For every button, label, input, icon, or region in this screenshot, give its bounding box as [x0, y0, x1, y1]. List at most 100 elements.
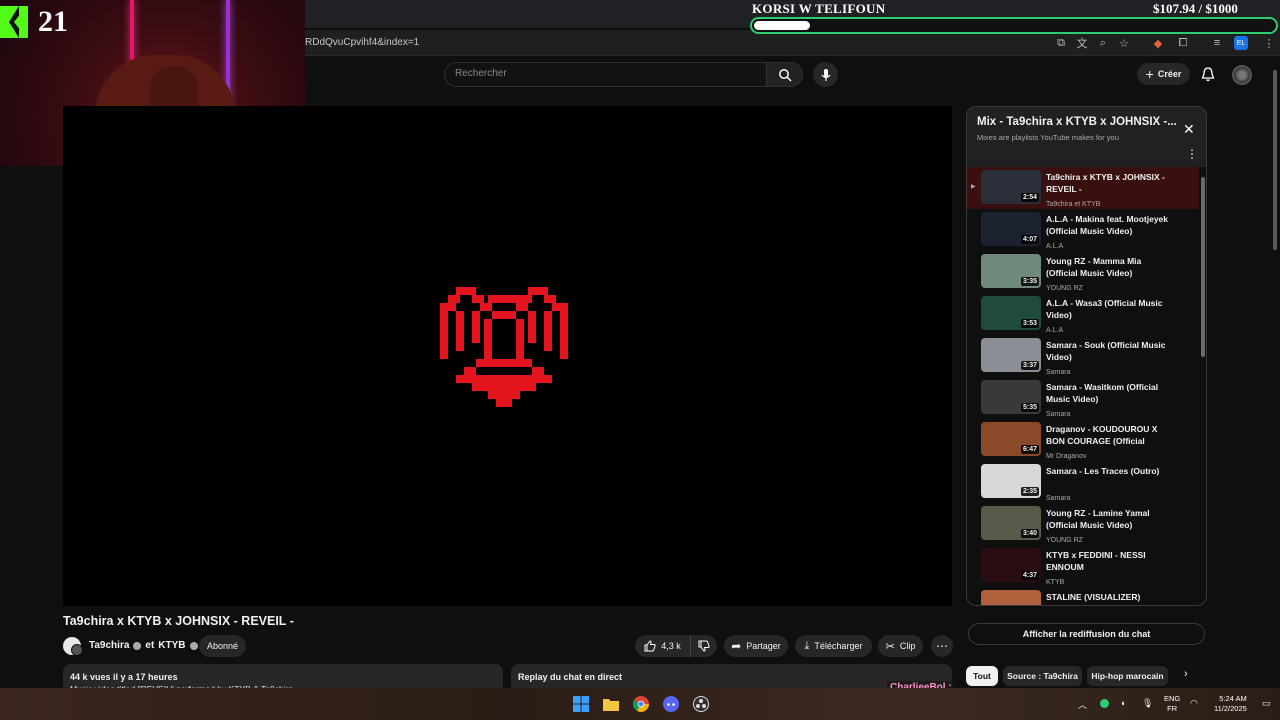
tray-notification-icon[interactable]: ▭ — [1262, 698, 1271, 709]
search-button[interactable] — [766, 62, 803, 87]
obs-icon[interactable] — [692, 695, 710, 713]
browser-menu-icon[interactable]: ⋮ — [1262, 36, 1276, 50]
playlist-item[interactable]: 5:35 Samara - Wasitkom (Official Music Vi… — [967, 377, 1199, 419]
channel-avatar-secondary[interactable] — [71, 644, 83, 656]
playlist-item[interactable]: 4:07 A.L.A - Makina feat. Mootjeyek (Offi… — [967, 209, 1199, 251]
playlist-item-channel: YOUNG RZ — [1046, 285, 1083, 292]
playlist-item-title[interactable]: Young RZ - Mamma Mia (Official Music Vid… — [1046, 255, 1170, 279]
reading-list-icon[interactable]: ≡ — [1210, 36, 1224, 50]
account-avatar[interactable] — [1232, 65, 1252, 85]
tray-network-icon[interactable]: ◖ — [1120, 698, 1125, 708]
tray-microphone-icon[interactable]: 🎙 — [1142, 698, 1153, 709]
video-thumbnail[interactable]: 3:53 — [981, 296, 1041, 330]
file-explorer-icon[interactable] — [602, 695, 620, 713]
tray-status-icon[interactable] — [1100, 699, 1109, 708]
subscribed-button[interactable]: Abonné — [199, 635, 246, 657]
chip-hiphop[interactable]: Hip-hop marocain — [1087, 666, 1168, 686]
tray-language[interactable]: ENG FR — [1164, 694, 1180, 714]
extensions-puzzle-icon[interactable]: ⧠ — [1176, 36, 1190, 50]
playlist-item-title[interactable]: Ta9chira x KTYB x JOHNSIX - REVEIL - — [1046, 171, 1170, 195]
playlist-item-title[interactable]: A.L.A - Wasa3 (Official Music Video) — [1046, 297, 1170, 321]
like-button[interactable]: 4,3 k — [635, 635, 690, 657]
playlist-item-title[interactable]: Samara - Wasitkom (Official Music Video) — [1046, 381, 1170, 405]
bookmark-star-icon[interactable]: ☆ — [1117, 36, 1131, 50]
show-chat-replay-button[interactable]: Afficher la rediffusion du chat — [968, 623, 1205, 645]
donation-goal-amount: $107.94 / $1000 — [1153, 1, 1238, 16]
playlist-item-title[interactable]: Samara - Souk (Official Music Video) — [1046, 339, 1170, 363]
profile-badge[interactable]: EL — [1234, 36, 1248, 50]
now-playing-icon: ▶ — [971, 184, 976, 190]
playlist-item-title[interactable]: KTYB x FEDDINI - NESSI ENNOUM — [1046, 549, 1170, 573]
video-thumbnail[interactable]: 4:37 — [981, 548, 1041, 582]
playlist-item-title[interactable]: Draganov - KOUDOUROU X BON COURAGE (Offi… — [1046, 423, 1170, 447]
chrome-icon[interactable] — [632, 695, 650, 713]
channel-name-2[interactable]: KTYB — [158, 640, 185, 651]
chevron-right-icon[interactable]: › — [1184, 668, 1188, 680]
donation-goal-title: KORSI W TELIFOUN — [752, 1, 886, 16]
create-button[interactable]: + Créer — [1137, 63, 1190, 85]
playlist-title[interactable]: Mix - Ta9chira x KTYB x JOHNSIX -... — [977, 116, 1177, 128]
playlist-item[interactable]: 6:47 Draganov - KOUDOUROU X BON COURAGE (… — [967, 419, 1199, 461]
duration-badge: 3:37 — [1020, 361, 1039, 370]
chip-source[interactable]: Source : Ta9chira — [1003, 666, 1082, 686]
duration-badge: 2:54 — [1020, 193, 1039, 202]
tray-wifi-icon[interactable]: ◠ — [1190, 698, 1198, 709]
playlist-item[interactable]: 4:37 KTYB x FEDDINI - NESSI ENNOUM KTYB — [967, 545, 1199, 587]
windows-start-icon[interactable] — [572, 695, 590, 713]
playlist-item[interactable]: ▶ 2:54 Ta9chira x KTYB x JOHNSIX - REVEIL … — [967, 167, 1199, 209]
video-thumbnail[interactable]: 6:47 — [981, 422, 1041, 456]
playlist-scrollbar[interactable] — [1199, 167, 1206, 605]
video-thumbnail[interactable]: 3:40 — [981, 506, 1041, 540]
mix-playlist-panel: Mix - Ta9chira x KTYB x JOHNSIX -... Mix… — [966, 106, 1207, 606]
video-thumbnail[interactable]: 3:37 — [981, 338, 1041, 372]
playlist-item-title[interactable]: Samara - Les Traces (Outro) — [1046, 465, 1170, 477]
playlist-item-channel: Samara — [1046, 495, 1071, 502]
url-text[interactable]: RDdQvuCpvihf4&index=1 — [305, 37, 419, 48]
channel-joiner: et — [145, 640, 155, 651]
zoom-icon[interactable]: ⌕ — [1096, 36, 1110, 50]
video-thumbnail[interactable]: 5:35 — [981, 380, 1041, 414]
more-actions-button[interactable]: ⋯ — [931, 635, 953, 657]
playlist-item[interactable]: 3:37 Samara - Souk (Official Music Video)… — [967, 335, 1199, 377]
playlist-menu-icon[interactable]: ⋮ — [1186, 147, 1198, 161]
playlist-item[interactable]: 2:35 Samara - Les Traces (Outro) Samara — [967, 461, 1199, 503]
channel-name-1[interactable]: Ta9chira — [89, 640, 129, 651]
duration-badge: 3:40 — [1020, 529, 1039, 538]
chip-all[interactable]: Tout — [966, 666, 998, 686]
clip-button[interactable]: ✂ Clip — [878, 635, 923, 657]
playlist-item-title[interactable]: Young RZ - Lamine Yamal (Official Music … — [1046, 507, 1170, 531]
notifications-button[interactable] — [1199, 65, 1217, 83]
close-icon[interactable]: ✕ — [1183, 121, 1195, 138]
video-player[interactable] — [63, 106, 952, 606]
playlist-item[interactable]: 3:40 Young RZ - Lamine Yamal (Official Mu… — [967, 503, 1199, 545]
share-label: Partager — [746, 641, 781, 651]
extension-fox-icon[interactable]: ◆ — [1151, 36, 1165, 50]
channel-names[interactable]: Ta9chira et KTYB — [89, 640, 198, 651]
discord-icon[interactable] — [662, 695, 680, 713]
kick-logo — [0, 6, 28, 38]
video-thumbnail[interactable]: 3:35 — [981, 254, 1041, 288]
playlist-item[interactable]: STALINE (VISUALIZER) #SALGOAT — [967, 587, 1199, 605]
install-app-icon[interactable]: ⧉ — [1054, 36, 1068, 50]
page-scroll-thumb[interactable] — [1273, 70, 1277, 250]
tray-clock[interactable]: 5:24 AM 11/2/2025 — [1214, 694, 1247, 714]
page-scrollbar[interactable] — [1270, 60, 1280, 690]
playlist-item[interactable]: 3:53 A.L.A - Wasa3 (Official Music Video)… — [967, 293, 1199, 335]
playlist-item-title[interactable]: STALINE (VISUALIZER) #SALGOAT — [1046, 591, 1170, 605]
tray-chevron-up-icon[interactable]: ︿ — [1078, 698, 1087, 711]
dislike-button[interactable] — [690, 635, 717, 657]
voice-search-button[interactable] — [813, 62, 838, 87]
playlist-item[interactable]: 3:35 Young RZ - Mamma Mia (Official Music… — [967, 251, 1199, 293]
translate-icon[interactable]: 文 — [1075, 36, 1089, 50]
bell-icon — [1201, 66, 1215, 81]
video-thumbnail[interactable]: 2:35 — [981, 464, 1041, 498]
video-thumbnail[interactable]: 2:54 — [981, 170, 1041, 204]
create-label: Créer — [1157, 69, 1182, 79]
share-button[interactable]: ➦ Partager — [724, 635, 788, 657]
playlist-item-title[interactable]: A.L.A - Makina feat. Mootjeyek (Official… — [1046, 213, 1170, 237]
video-thumbnail[interactable] — [981, 590, 1041, 605]
video-thumbnail[interactable]: 4:07 — [981, 212, 1041, 246]
download-button[interactable]: ⤓ Télécharger — [795, 635, 872, 657]
donation-progress-fill — [754, 21, 811, 30]
playlist-scroll-thumb[interactable] — [1201, 177, 1205, 357]
